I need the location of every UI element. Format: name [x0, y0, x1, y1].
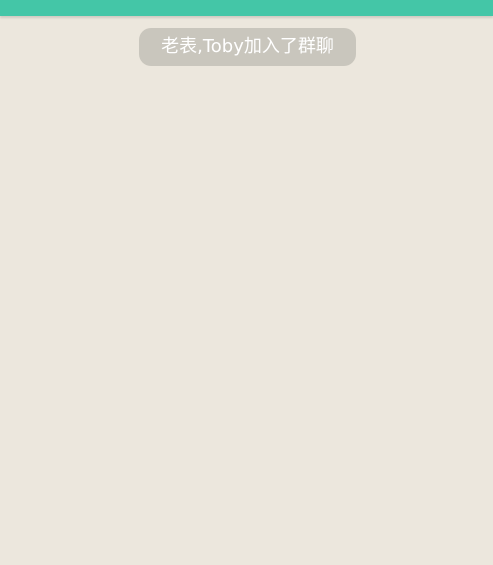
top-app-bar: [0, 0, 493, 16]
system-join-notice: 老表,Toby加入了群聊: [139, 28, 356, 66]
chat-message-area[interactable]: 老表,Toby加入了群聊: [0, 18, 493, 565]
